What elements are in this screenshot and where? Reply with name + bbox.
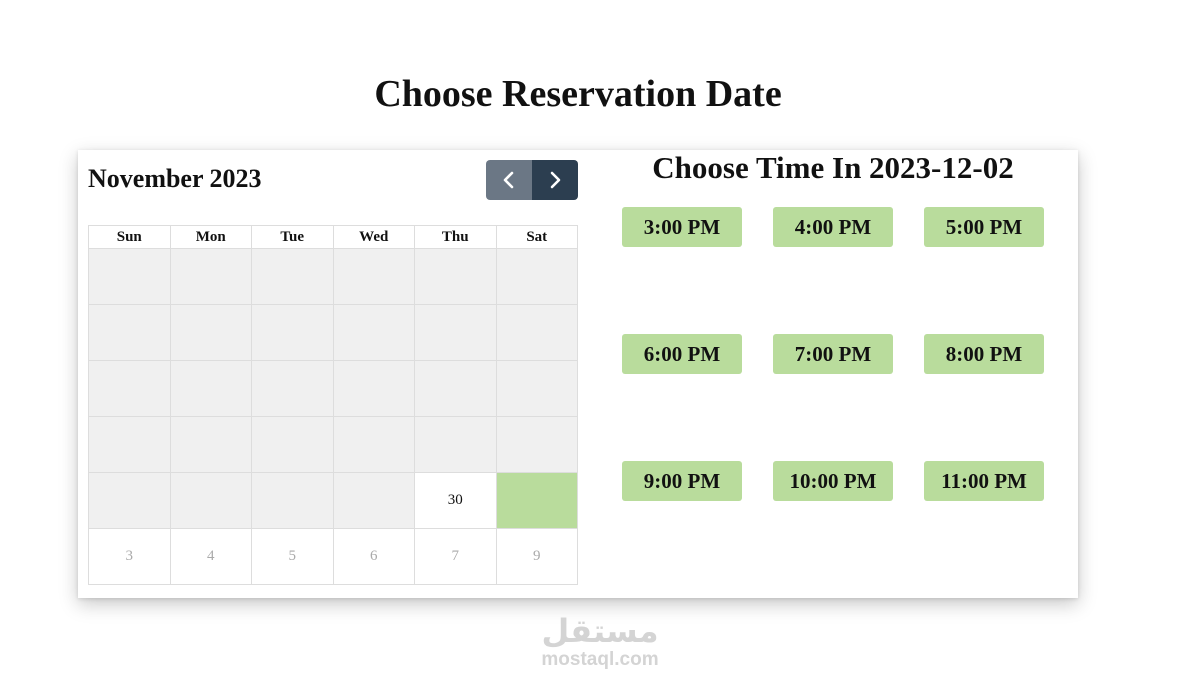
day-cell-disabled — [88, 304, 171, 361]
time-slot-button[interactable]: 4:00 PM — [773, 207, 893, 247]
weekday-header: Tue — [251, 225, 334, 249]
week-row — [88, 360, 578, 417]
time-slot-button[interactable]: 9:00 PM — [622, 461, 742, 501]
calendar-grid: Sun Mon Tue Wed Thu Sat 30 3 4 5 6 7 9 — [88, 225, 578, 585]
day-cell-disabled — [169, 360, 252, 417]
day-cell-next-month[interactable]: 7 — [414, 528, 497, 585]
next-month-button[interactable] — [532, 160, 578, 200]
day-cell-disabled — [495, 360, 578, 417]
weekday-row: Sun Mon Tue Wed Thu Sat — [88, 225, 578, 249]
day-cell-disabled — [332, 360, 415, 417]
time-slot-button[interactable]: 7:00 PM — [773, 334, 893, 374]
time-slot-button[interactable]: 5:00 PM — [924, 207, 1044, 247]
chevron-right-icon — [550, 171, 561, 189]
day-cell-disabled — [414, 304, 497, 361]
day-cell-disabled — [495, 304, 578, 361]
weekday-header: Mon — [169, 225, 252, 249]
day-cell-selected[interactable] — [495, 472, 578, 529]
weekday-header: Sat — [495, 225, 578, 249]
day-cell-disabled — [332, 304, 415, 361]
day-cell-disabled — [414, 248, 497, 305]
watermark-latin: mostaql.com — [541, 649, 659, 670]
day-cell[interactable]: 30 — [414, 472, 497, 529]
reservation-card: November 2023 Sun Mon Tue Wed Thu Sat 30… — [78, 150, 1078, 598]
day-cell-disabled — [332, 416, 415, 473]
day-cell-disabled — [414, 416, 497, 473]
week-row — [88, 248, 578, 305]
day-cell-disabled — [88, 416, 171, 473]
day-cell-disabled — [251, 472, 334, 529]
day-cell-disabled — [495, 416, 578, 473]
time-slot-button[interactable]: 11:00 PM — [924, 461, 1044, 501]
day-cell-disabled — [251, 416, 334, 473]
day-cell-disabled — [169, 248, 252, 305]
day-cell-disabled — [495, 248, 578, 305]
day-cell-disabled — [169, 472, 252, 529]
day-cell-disabled — [251, 304, 334, 361]
month-title: November 2023 — [88, 164, 262, 193]
time-slot-button[interactable]: 6:00 PM — [622, 334, 742, 374]
day-cell-disabled — [88, 472, 171, 529]
day-cell-next-month[interactable]: 9 — [495, 528, 578, 585]
weekday-header: Sun — [88, 225, 171, 249]
day-cell-disabled — [88, 360, 171, 417]
day-cell-disabled — [88, 248, 171, 305]
week-row: 3 4 5 6 7 9 — [88, 528, 578, 585]
day-cell-disabled — [251, 248, 334, 305]
day-cell-next-month[interactable]: 6 — [332, 528, 415, 585]
watermark-logo: مستقل mostaql.com — [520, 612, 680, 670]
prev-month-button[interactable] — [486, 160, 532, 200]
day-cell-disabled — [332, 248, 415, 305]
calendar-header: November 2023 — [88, 160, 578, 202]
week-row — [88, 416, 578, 473]
day-cell-next-month[interactable]: 4 — [169, 528, 252, 585]
day-cell-next-month[interactable]: 5 — [251, 528, 334, 585]
day-cell-disabled — [169, 416, 252, 473]
month-nav — [486, 160, 578, 200]
times-title: Choose Time In 2023-12-02 — [652, 150, 1014, 185]
weekday-header: Wed — [332, 225, 415, 249]
watermark-arabic: مستقل — [541, 613, 659, 649]
week-row — [88, 304, 578, 361]
time-slot-button[interactable]: 8:00 PM — [924, 334, 1044, 374]
day-cell-next-month[interactable]: 3 — [88, 528, 171, 585]
time-slot-button[interactable]: 3:00 PM — [622, 207, 742, 247]
page-title: Choose Reservation Date — [374, 73, 782, 115]
chevron-left-icon — [503, 171, 514, 189]
week-row: 30 — [88, 472, 578, 529]
weekday-header: Thu — [414, 225, 497, 249]
day-cell-disabled — [251, 360, 334, 417]
day-cell-disabled — [332, 472, 415, 529]
day-cell-disabled — [414, 360, 497, 417]
time-slot-button[interactable]: 10:00 PM — [773, 461, 893, 501]
day-cell-disabled — [169, 304, 252, 361]
